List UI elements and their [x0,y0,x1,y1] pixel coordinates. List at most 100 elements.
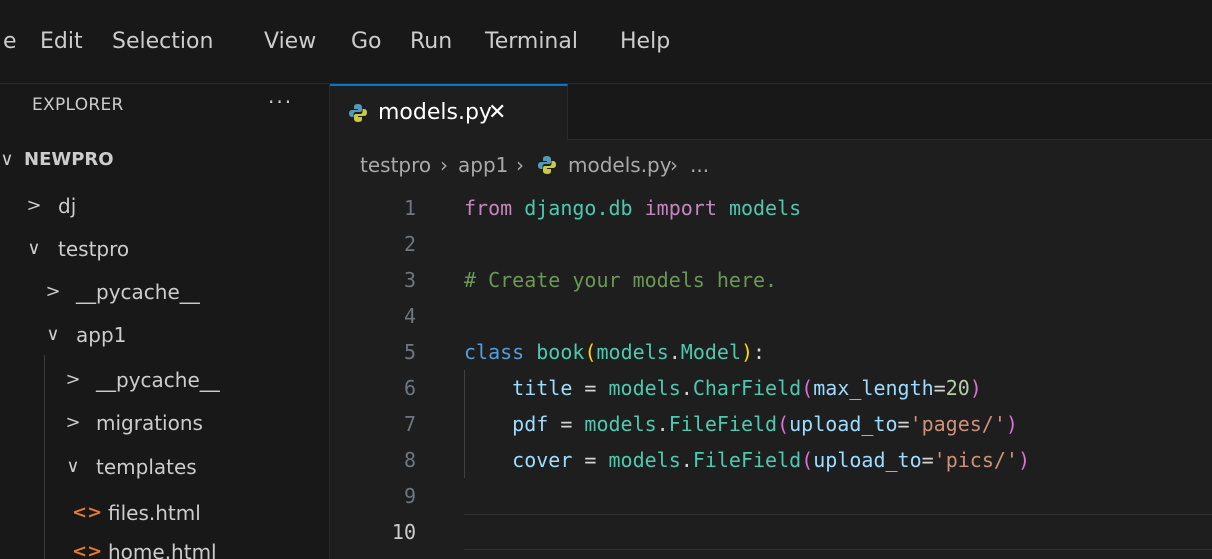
code-token: : [753,340,766,364]
menu-view[interactable]: View [264,0,316,84]
menu-run[interactable]: Run [410,0,452,84]
file-files-html[interactable]: <> files.html [0,493,329,533]
code-token: models [584,412,657,436]
file-label: files.html [108,501,201,525]
code-token: django.db [524,196,633,220]
code-text: pdf = models.FileField(upload_to='pages/… [464,406,1018,442]
code-token: = [897,412,910,436]
code-line[interactable]: 6 title = models.CharField(max_length=20… [330,370,1212,406]
explorer-title: EXPLORER [32,95,124,115]
code-line[interactable]: 1 from django.db import models [330,190,1212,226]
code-token: ) [1005,412,1018,436]
breadcrumb-item-app1[interactable]: app1 [458,140,508,190]
code-line[interactable]: 9 [330,478,1212,514]
code-token: from [464,196,513,220]
code-token: FileField [692,448,802,472]
code-line[interactable]: 2 [330,226,1212,262]
code-token: FileField [668,412,778,436]
menu-help[interactable]: Help [620,0,670,84]
folder-app1-pycache[interactable]: > __pycache__ [0,360,329,400]
chevron-down-icon: ∨ [27,238,41,259]
menu-selection[interactable]: Selection [112,0,213,84]
breadcrumb-separator: › [670,153,678,177]
breadcrumb: testpro › app1 › models.py › ... [330,140,1212,190]
chevron-down-icon: ∨ [0,149,14,170]
folder-pycache[interactable]: > __pycache__ [0,272,329,312]
code-token: cover [512,448,573,472]
vscode-window: e Edit Selection View Go Run Terminal He… [0,0,1212,559]
code-token: pdf [512,412,549,436]
menu-file[interactable]: e [3,0,17,84]
line-number: 8 [403,448,416,472]
code-token: 'pics/' [933,448,1018,472]
breadcrumb-item-models-py[interactable]: models.py [568,140,672,190]
code-token: upload_to [813,448,922,472]
menu-terminal[interactable]: Terminal [485,0,578,84]
more-actions-button[interactable]: ··· [268,84,293,120]
code-editor[interactable]: 1 from django.db import models 2 3 # Create … [330,190,1212,559]
code-token: models [608,376,681,400]
tab-models-py[interactable]: models.py ✕ [330,84,568,140]
code-text: cover = models.FileField(upload_to='pics… [464,442,1030,478]
breadcrumb-item-testpro[interactable]: testpro [360,140,431,190]
code-text: title = models.CharField(max_length=20) [464,370,982,406]
code-line[interactable]: 10 [330,514,1212,550]
code-token: ( [801,376,814,400]
line-number: 9 [403,484,416,508]
code-token: . [656,412,669,436]
chevron-down-icon: ∨ [46,324,60,345]
code-token: = [921,448,934,472]
file-label: home.html [108,540,217,559]
code-token: ) [969,376,982,400]
code-line[interactable]: 4 [330,298,1212,334]
code-token: Model [680,340,741,364]
code-token: models [728,196,802,220]
tab-label: models.py [378,100,492,125]
code-token: max_length [813,376,934,400]
code-token: ( [584,340,597,364]
folder-label: templates [96,455,197,479]
folder-label: dj [58,194,77,218]
chevron-right-icon: > [26,195,42,216]
code-token: ) [741,340,754,364]
breadcrumb-item-symbols[interactable]: ... [690,140,709,190]
code-line[interactable]: 5 class book(models.Model): [330,334,1212,370]
code-text: from django.db import models [464,190,801,226]
file-home-html[interactable]: <> home.html [0,532,329,559]
code-token: CharField [692,376,802,400]
folder-app1[interactable]: ∨ app1 [0,315,329,355]
code-token: . [668,340,681,364]
code-token: import [644,196,717,220]
folder-testpro[interactable]: ∨ testpro [0,229,329,269]
code-token: = [572,376,609,400]
code-line[interactable]: 3 # Create your models here. [330,262,1212,298]
code-token: ) [1017,448,1030,472]
menu-edit[interactable]: Edit [40,0,83,84]
folder-templates[interactable]: ∨ templates [0,447,329,487]
folder-migrations[interactable]: > migrations [0,403,329,443]
folder-root[interactable]: ∨ NEWPRO [0,140,329,180]
close-tab-button[interactable]: ✕ [488,86,506,140]
code-token: = [548,412,585,436]
folder-label: NEWPRO [24,149,114,170]
code-token: 'pages/' [909,412,1006,436]
chevron-down-icon: ∨ [66,456,80,477]
code-line[interactable]: 7 pdf = models.FileField(upload_to='page… [330,406,1212,442]
menu-go[interactable]: Go [351,0,382,84]
code-token: ( [777,412,790,436]
explorer-sidebar: EXPLORER ··· ∨ NEWPRO > dj ∨ testpro > _… [0,84,330,559]
html-file-icon: <> [72,502,103,523]
line-number: 2 [403,232,416,256]
folder-dj[interactable]: > dj [0,186,329,226]
code-token: upload_to [789,412,898,436]
breadcrumb-separator: › [440,153,448,177]
folder-label: __pycache__ [76,280,200,304]
code-line[interactable]: 8 cover = models.FileField(upload_to='pi… [330,442,1212,478]
line-number: 1 [403,196,416,220]
chevron-right-icon: > [65,412,81,433]
folder-label: testpro [58,237,130,261]
tab-bar: models.py ✕ [330,84,1212,140]
line-number: 7 [403,412,416,436]
